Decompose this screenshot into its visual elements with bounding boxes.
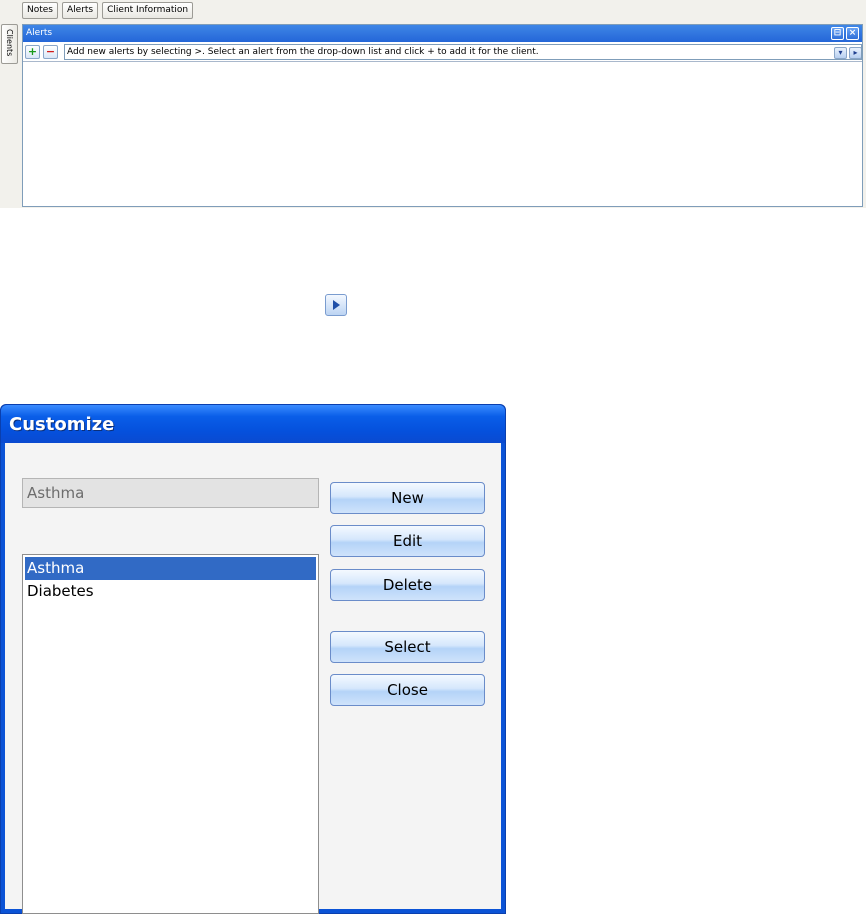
open-customize-button[interactable] — [325, 294, 347, 316]
close-button[interactable]: Close — [330, 674, 485, 706]
remove-alert-button[interactable]: − — [43, 45, 58, 59]
customize-dialog: Customize Asthma Asthma Diabetes New Edi… — [0, 404, 506, 914]
alert-list[interactable]: Asthma Diabetes — [22, 554, 319, 914]
tab-notes[interactable]: Notes — [22, 2, 58, 19]
new-button[interactable]: New — [330, 482, 485, 514]
alerts-panel-title: Alerts — [26, 28, 53, 38]
delete-button[interactable]: Delete — [330, 569, 485, 601]
edit-button[interactable]: Edit — [330, 525, 485, 557]
list-item[interactable]: Diabetes — [25, 580, 316, 603]
dialog-title: Customize — [9, 414, 115, 435]
alert-select-field[interactable]: Add new alerts by selecting >. Select an… — [64, 44, 862, 60]
right-arrow-icon — [333, 300, 340, 310]
play-arrow-icon[interactable]: ▸ — [849, 47, 861, 59]
add-alert-button[interactable]: + — [25, 45, 40, 59]
side-tab-label: Clients — [5, 29, 14, 57]
side-tab-clients[interactable]: Clients — [1, 24, 18, 64]
list-item[interactable]: Asthma — [25, 557, 316, 580]
chevron-down-icon[interactable]: ▾ — [834, 47, 847, 59]
alerts-toolbar: + − Add new alerts by selecting >. Selec… — [23, 42, 862, 62]
app-workspace: Notes Alerts Client Information Clients … — [0, 0, 866, 208]
minus-icon: − — [45, 45, 56, 58]
alerts-panel-header: Alerts ⊟ × — [23, 25, 862, 42]
alert-name-field[interactable]: Asthma — [22, 478, 319, 508]
plus-icon: + — [27, 45, 38, 58]
select-button[interactable]: Select — [330, 631, 485, 663]
tab-client-information[interactable]: Client Information — [102, 2, 194, 19]
alert-hint-text: Add new alerts by selecting >. Select an… — [67, 47, 539, 57]
dialog-title-bar: Customize — [1, 405, 505, 443]
pin-icon[interactable]: ⊟ — [831, 27, 844, 40]
alerts-list-area — [23, 62, 862, 206]
tab-alerts[interactable]: Alerts — [62, 2, 99, 19]
dialog-body: Asthma Asthma Diabetes New Edit Delete S… — [5, 443, 501, 914]
close-icon[interactable]: × — [846, 27, 859, 40]
alerts-panel: Alerts ⊟ × + − Add new alerts by selecti… — [22, 24, 863, 207]
alert-name-value: Asthma — [27, 484, 85, 502]
top-tab-bar: Notes Alerts Client Information — [22, 2, 194, 20]
